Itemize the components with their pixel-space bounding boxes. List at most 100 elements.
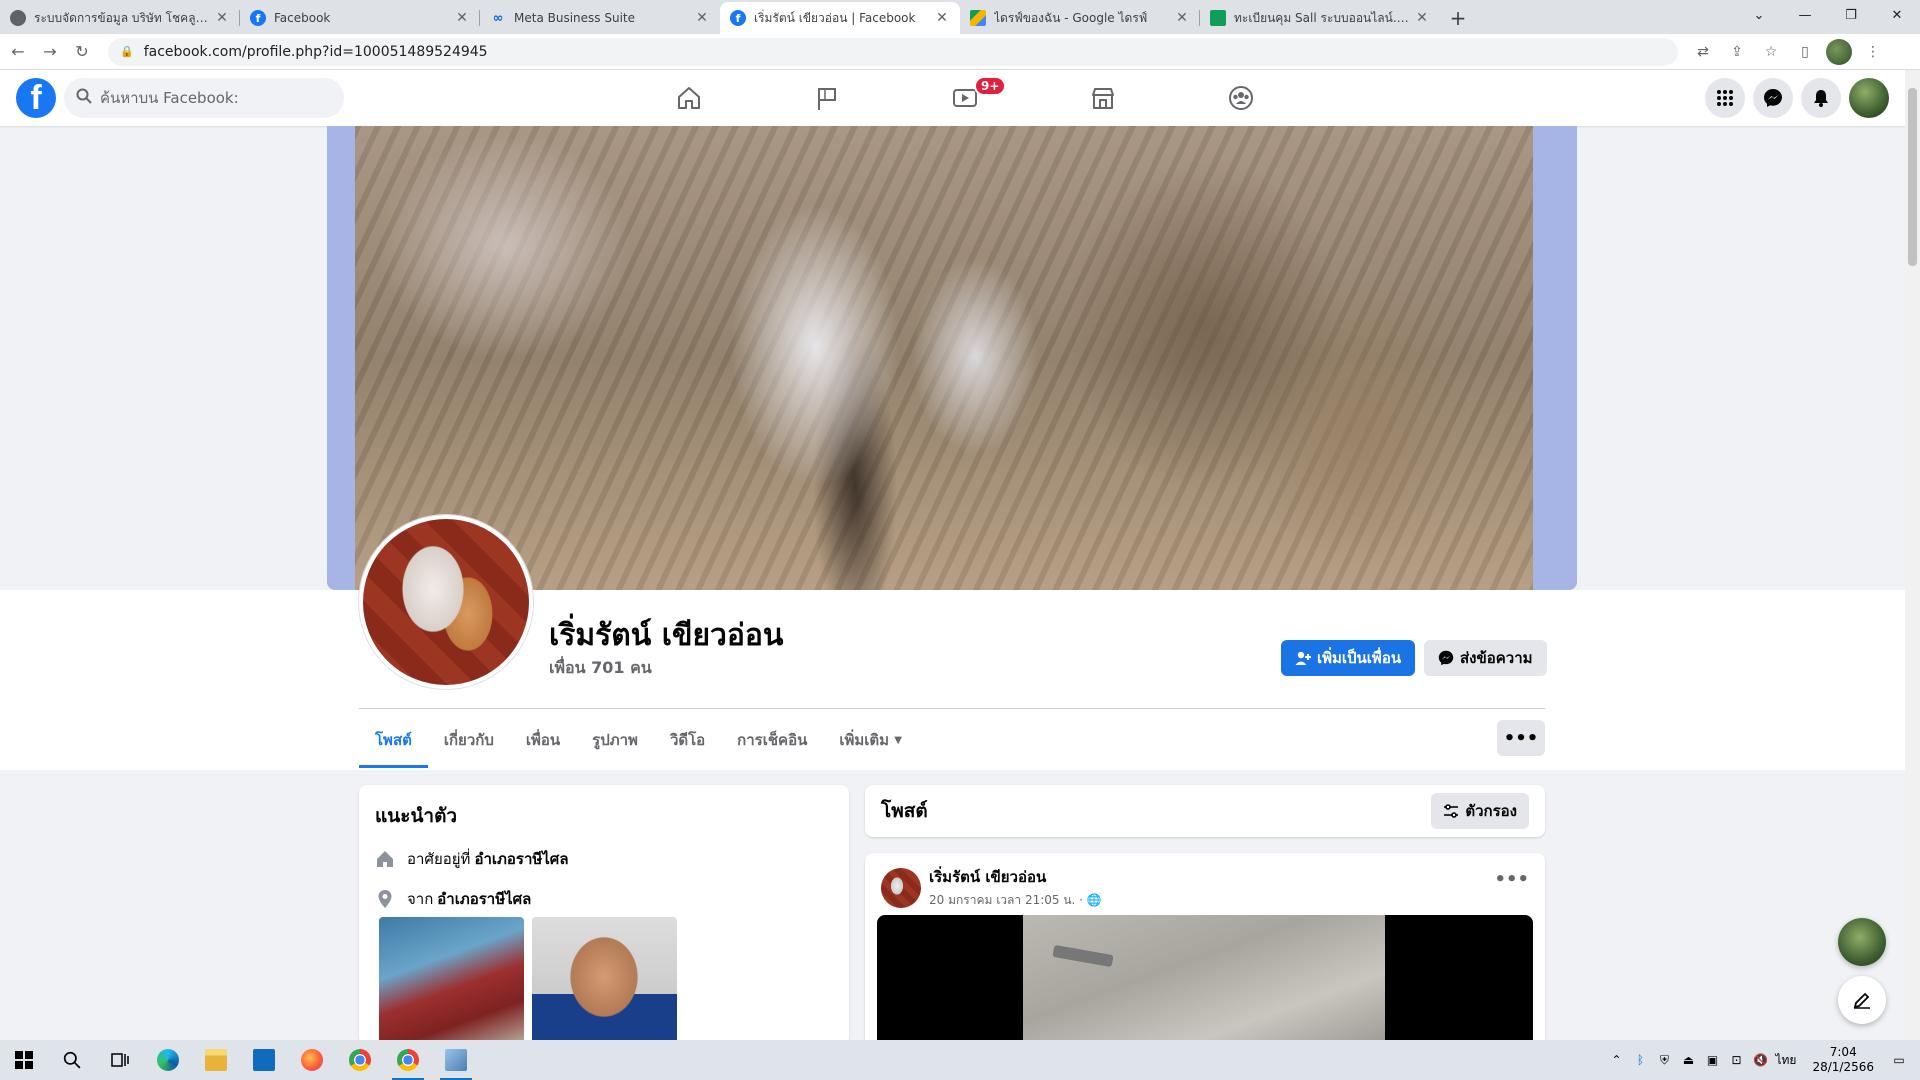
posts-title: โพสต์: [881, 800, 928, 822]
account-avatar[interactable]: [1849, 78, 1889, 118]
bluetooth-icon[interactable]: ᛒ: [1631, 1050, 1649, 1070]
featured-photo[interactable]: [379, 917, 524, 1045]
folder-icon: [205, 1049, 227, 1071]
translate-icon[interactable]: ⇄: [1690, 39, 1716, 65]
browser-tab[interactable]: ไดรฟ์ของฉัน - Google ไดรฟ์ ✕: [960, 2, 1200, 34]
reload-button[interactable]: ↻: [68, 38, 96, 66]
page-scrollbar[interactable]: [1905, 70, 1920, 1040]
chrome-icon: [397, 1049, 419, 1071]
tab-title: ระบบจัดการข้อมูล บริษัท โชคลูกน็อต: [34, 10, 214, 25]
tab-friends[interactable]: เพื่อน: [510, 712, 576, 768]
window-controls: ⌄ — ❐ ✕: [1736, 0, 1920, 30]
close-icon[interactable]: ✕: [454, 10, 470, 26]
add-friend-button[interactable]: เพิ่มเป็นเพื่อน: [1281, 640, 1416, 676]
tab-checkins[interactable]: การเช็คอิน: [721, 712, 823, 768]
browser-tab-active[interactable]: f เริ่มรัตน์ เขียวอ่อน | Facebook ✕: [720, 2, 960, 34]
taskbar-explorer[interactable]: [192, 1040, 240, 1080]
close-icon[interactable]: ✕: [694, 10, 710, 26]
taskbar-app[interactable]: [432, 1040, 480, 1080]
post-options-button[interactable]: •••: [1494, 869, 1529, 890]
nav-marketplace[interactable]: [1034, 70, 1172, 126]
taskbar-mail[interactable]: [240, 1040, 288, 1080]
forward-button[interactable]: →: [36, 38, 64, 66]
taskbar-firefox[interactable]: [288, 1040, 336, 1080]
network-icon[interactable]: ⊡: [1727, 1050, 1745, 1070]
browser-tab[interactable]: ∞ Meta Business Suite ✕: [480, 2, 720, 34]
display-icon[interactable]: ▣: [1703, 1050, 1721, 1070]
tab-photos[interactable]: รูปภาพ: [576, 712, 654, 768]
bell-icon: [1814, 90, 1828, 107]
menu-button[interactable]: [1705, 78, 1745, 118]
taskbar-search[interactable]: [48, 1040, 96, 1080]
post-timestamp[interactable]: 20 มกราคม เวลา 21:05 น. · 🌐: [929, 891, 1102, 910]
cover-photo[interactable]: [327, 126, 1577, 590]
grid-menu-icon: [1717, 90, 1733, 106]
side-panel-icon[interactable]: ▯: [1792, 39, 1818, 65]
clock[interactable]: 7:04 28/1/2566: [1812, 1045, 1874, 1075]
new-message-button[interactable]: [1838, 976, 1886, 1024]
send-message-button[interactable]: ส่งข้อความ: [1424, 640, 1547, 676]
tab-title: Meta Business Suite: [514, 11, 635, 25]
filter-icon: [1444, 804, 1459, 818]
tab-posts[interactable]: โพสต์: [359, 712, 428, 768]
taskbar-edge[interactable]: [144, 1040, 192, 1080]
facebook-logo[interactable]: f: [16, 78, 56, 118]
post-video[interactable]: [877, 915, 1533, 1053]
flag-icon: [818, 88, 836, 110]
back-button[interactable]: ←: [4, 38, 32, 66]
usb-icon[interactable]: ⏏: [1679, 1050, 1697, 1070]
post-author-avatar[interactable]: [881, 867, 921, 908]
close-icon[interactable]: ✕: [1414, 10, 1430, 26]
browser-profile-avatar[interactable]: [1826, 38, 1852, 65]
close-icon[interactable]: ✕: [214, 10, 230, 26]
browser-tab[interactable]: f Facebook ✕: [240, 2, 480, 34]
messenger-button[interactable]: [1753, 78, 1793, 118]
profile-more-button[interactable]: •••: [1497, 720, 1545, 756]
chevron-up-icon[interactable]: ⌃: [1607, 1050, 1625, 1070]
lock-icon[interactable]: 🔒: [120, 45, 134, 58]
close-icon[interactable]: ✕: [1174, 10, 1190, 26]
close-icon[interactable]: ✕: [934, 10, 950, 26]
tab-title: เริ่มรัตน์ เขียวอ่อน | Facebook: [754, 10, 916, 25]
nav-pages[interactable]: [758, 70, 896, 126]
search-icon: [76, 88, 92, 108]
notifications-button[interactable]: [1801, 78, 1841, 118]
post-author[interactable]: เริ่มรัตน์ เขียวอ่อน: [929, 865, 1102, 889]
filter-button[interactable]: ตัวกรอง: [1431, 793, 1529, 829]
security-shield-icon[interactable]: ⛨: [1655, 1050, 1673, 1070]
tab-more[interactable]: เพิ่มเติม ▼: [823, 712, 918, 768]
browser-tab[interactable]: ทะเบียนคุม Sall ระบบออนไลน์.xlsx - Go ✕: [1200, 2, 1440, 34]
tab-about[interactable]: เกี่ยวกับ: [428, 712, 510, 768]
close-window-button[interactable]: ✕: [1874, 0, 1920, 30]
featured-photo[interactable]: [532, 917, 677, 1045]
chevron-down-icon[interactable]: ⌄: [1736, 0, 1782, 30]
taskbar-chrome-active[interactable]: [384, 1040, 432, 1080]
profile-picture[interactable]: [359, 515, 533, 689]
taskbar-chrome[interactable]: [336, 1040, 384, 1080]
scrollbar-thumb[interactable]: [1908, 88, 1917, 266]
nav-watch[interactable]: 9+: [896, 70, 1034, 126]
url-input[interactable]: 🔒 facebook.com/profile.php?id=1000514895…: [108, 37, 1678, 66]
lives-in-link[interactable]: อำเภอราษีไศล: [474, 847, 568, 871]
browser-tab[interactable]: ระบบจัดการข้อมูล บริษัท โชคลูกน็อต ✕: [0, 2, 240, 34]
search-placeholder: ค้นหาบน Facebook:: [100, 89, 239, 107]
friends-count[interactable]: เพื่อน 701 คน: [549, 656, 652, 681]
volume-muted-icon[interactable]: 🔇: [1751, 1050, 1769, 1070]
facebook-search-input[interactable]: ค้นหาบน Facebook:: [64, 78, 344, 118]
language-indicator[interactable]: ไทย: [1775, 1050, 1796, 1070]
browser-menu-icon[interactable]: ⋮: [1860, 39, 1886, 65]
restore-button[interactable]: ❐: [1828, 0, 1874, 30]
bookmark-star-icon[interactable]: ☆: [1758, 39, 1784, 65]
nav-home[interactable]: [620, 70, 758, 126]
notification-center-icon[interactable]: ▭: [1890, 1050, 1908, 1070]
minimize-button[interactable]: —: [1782, 0, 1828, 30]
task-view-button[interactable]: [96, 1040, 144, 1080]
tab-videos[interactable]: วิดีโอ: [654, 712, 721, 768]
start-button[interactable]: [0, 1040, 48, 1080]
post-card: เริ่มรัตน์ เขียวอ่อน 20 มกราคม เวลา 21:0…: [865, 853, 1545, 1053]
from-link[interactable]: อำเภอราษีไศล: [437, 887, 531, 911]
nav-groups[interactable]: [1172, 70, 1310, 126]
share-icon[interactable]: ⇪: [1724, 39, 1750, 65]
chat-contact-avatar[interactable]: [1838, 918, 1886, 966]
new-tab-button[interactable]: +: [1440, 2, 1476, 34]
